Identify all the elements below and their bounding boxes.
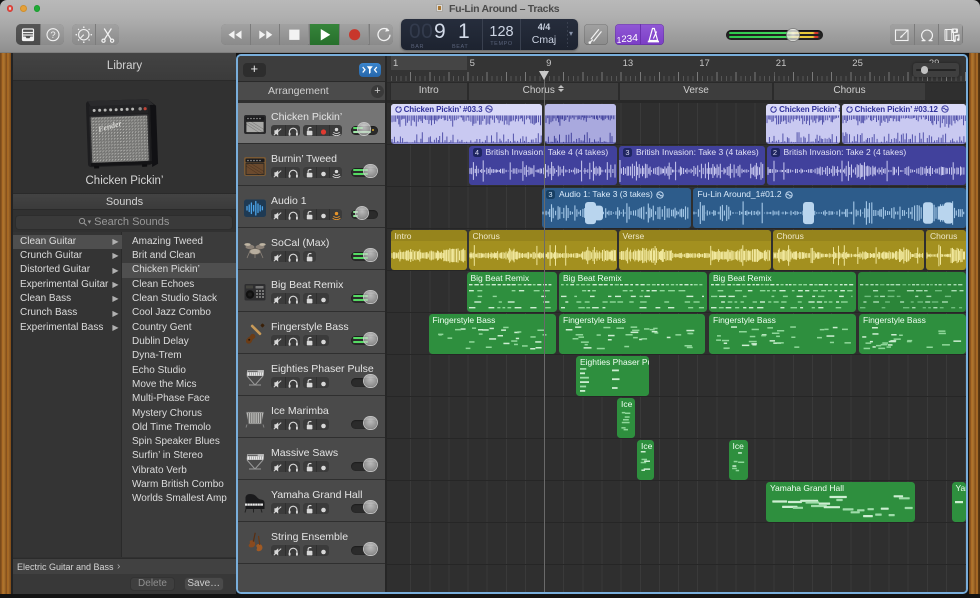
svg-text:?: ? xyxy=(50,30,55,41)
